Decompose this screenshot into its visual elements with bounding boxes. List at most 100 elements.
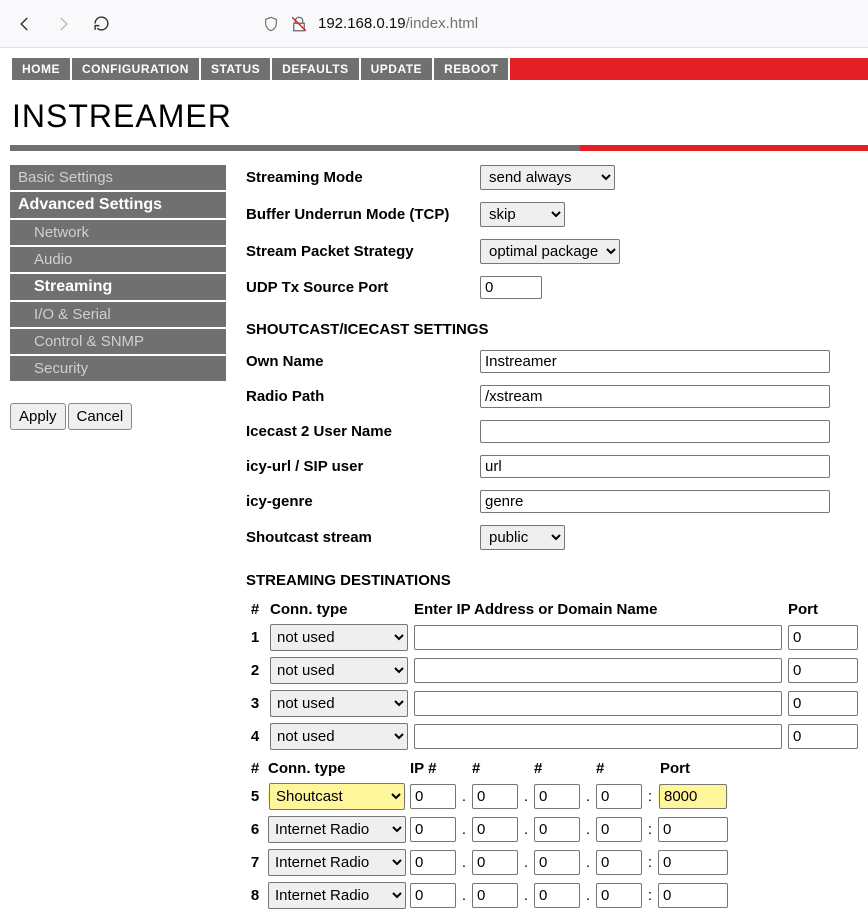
url-host: 192.168.0.19 <box>318 15 406 32</box>
dest-conn-type-select[interactable]: Internet Radio <box>268 816 406 843</box>
insecure-lock-icon <box>290 15 308 33</box>
dest-row: 1 not used <box>246 624 858 651</box>
udp-port-input[interactable] <box>480 276 542 299</box>
top-menu: HOME CONFIGURATION STATUS DEFAULTS UPDAT… <box>10 58 868 80</box>
dest-port-input[interactable] <box>788 724 858 749</box>
dest-ip-octet-input[interactable] <box>596 817 642 842</box>
icy-genre-label: icy-genre <box>246 493 480 510</box>
shoutcast-stream-label: Shoutcast stream <box>246 529 480 546</box>
dest-ip-octet-input[interactable] <box>596 850 642 875</box>
dest-head2-num: # <box>246 760 264 777</box>
cancel-button[interactable]: Cancel <box>68 403 133 430</box>
reload-button[interactable] <box>84 7 118 41</box>
menu-home[interactable]: HOME <box>10 58 72 80</box>
dest-ip-octet-input[interactable] <box>534 850 580 875</box>
title-separator <box>10 145 868 151</box>
destinations-section-header: STREAMING DESTINATIONS <box>246 572 858 589</box>
dest-row-num: 1 <box>246 629 264 646</box>
dest-row-num: 4 <box>246 728 264 745</box>
dest-port-input[interactable] <box>659 784 727 809</box>
dest-ip-octet-input[interactable] <box>534 883 580 908</box>
dest-ip-octet-input[interactable] <box>410 850 456 875</box>
shoutcast-stream-select[interactable]: public <box>480 525 565 550</box>
dest-row: 6Internet Radio...: <box>246 816 858 843</box>
menu-defaults[interactable]: DEFAULTS <box>272 58 360 80</box>
menu-configuration[interactable]: CONFIGURATION <box>72 58 201 80</box>
address-bar[interactable]: 192.168.0.19/index.html <box>262 15 860 33</box>
dest-port-input[interactable] <box>658 850 728 875</box>
sidebar-advanced-settings[interactable]: Advanced Settings <box>10 192 226 220</box>
back-button[interactable] <box>8 7 42 41</box>
sidebar-item-io-serial[interactable]: I/O & Serial <box>10 302 226 329</box>
icy-url-input[interactable] <box>480 455 830 478</box>
streaming-mode-label: Streaming Mode <box>246 169 480 186</box>
menu-reboot[interactable]: REBOOT <box>434 58 510 80</box>
content-area: Streaming Mode send always Buffer Underr… <box>226 165 868 915</box>
radio-path-label: Radio Path <box>246 388 480 405</box>
sidebar-item-streaming[interactable]: Streaming <box>10 274 226 302</box>
dest-row: 4 not used <box>246 723 858 750</box>
url-path: /index.html <box>406 15 479 32</box>
dest-table-header-2: # Conn. type IP # # # # Port <box>246 760 858 777</box>
apply-button[interactable]: Apply <box>10 403 66 430</box>
buffer-underrun-select[interactable]: skip <box>480 202 565 227</box>
page-title: INSTREAMER <box>0 80 868 145</box>
dest-ip-octet-input[interactable] <box>596 883 642 908</box>
sidebar-item-control-snmp[interactable]: Control & SNMP <box>10 329 226 356</box>
url-text: 192.168.0.19/index.html <box>318 15 478 32</box>
icecast-user-input[interactable] <box>480 420 830 443</box>
dest-address-input[interactable] <box>414 658 782 683</box>
shield-icon <box>262 16 280 32</box>
sidebar: Basic Settings Advanced Settings Network… <box>10 165 226 430</box>
dest-row-num: 2 <box>246 662 264 679</box>
dest-ip-octet-input[interactable] <box>410 817 456 842</box>
own-name-label: Own Name <box>246 353 480 370</box>
dest-ip-octet-input[interactable] <box>596 784 642 809</box>
dest-port-input[interactable] <box>788 625 858 650</box>
dest-ip-octet-input[interactable] <box>534 784 580 809</box>
dest-port-input[interactable] <box>658 883 728 908</box>
dest-row: 8Internet Radio...: <box>246 882 858 909</box>
dest-conn-type-select[interactable]: not used <box>270 690 408 717</box>
own-name-input[interactable] <box>480 350 830 373</box>
dest-row-num: 6 <box>246 821 264 838</box>
dest-ip-octet-input[interactable] <box>410 784 456 809</box>
icy-genre-input[interactable] <box>480 490 830 513</box>
dest-conn-type-select[interactable]: Shoutcast <box>269 783 405 810</box>
dest-head-num: # <box>246 601 264 618</box>
streaming-mode-select[interactable]: send always <box>480 165 615 190</box>
radio-path-input[interactable] <box>480 385 830 408</box>
shoutcast-section-header: SHOUTCAST/ICECAST SETTINGS <box>246 321 858 338</box>
dest-row-num: 3 <box>246 695 264 712</box>
dest-port-input[interactable] <box>658 817 728 842</box>
dest-address-input[interactable] <box>414 625 782 650</box>
menu-update[interactable]: UPDATE <box>361 58 434 80</box>
menu-status[interactable]: STATUS <box>201 58 272 80</box>
dest-ip-octet-input[interactable] <box>410 883 456 908</box>
dest-port-input[interactable] <box>788 691 858 716</box>
packet-strategy-select[interactable]: optimal package <box>480 239 620 264</box>
dest-conn-type-select[interactable]: Internet Radio <box>268 882 406 909</box>
dest-address-input[interactable] <box>414 691 782 716</box>
dest-port-input[interactable] <box>788 658 858 683</box>
sidebar-basic-settings[interactable]: Basic Settings <box>10 165 226 192</box>
forward-button[interactable] <box>46 7 80 41</box>
dest-row: 2 not used <box>246 657 858 684</box>
dest-ip-octet-input[interactable] <box>472 883 518 908</box>
dest-ip-octet-input[interactable] <box>472 817 518 842</box>
dest-conn-type-select[interactable]: Internet Radio <box>268 849 406 876</box>
dest-head2-h1: # <box>472 760 518 777</box>
dest-row-num: 7 <box>246 854 264 871</box>
dest-conn-type-select[interactable]: not used <box>270 723 408 750</box>
dest-conn-type-select[interactable]: not used <box>270 657 408 684</box>
dest-table-header: # Conn. type Enter IP Address or Domain … <box>246 601 858 618</box>
dest-ip-octet-input[interactable] <box>472 850 518 875</box>
dest-conn-type-select[interactable]: not used <box>270 624 408 651</box>
sidebar-item-security[interactable]: Security <box>10 356 226 383</box>
udp-port-label: UDP Tx Source Port <box>246 279 480 296</box>
dest-ip-octet-input[interactable] <box>472 784 518 809</box>
dest-ip-octet-input[interactable] <box>534 817 580 842</box>
dest-address-input[interactable] <box>414 724 782 749</box>
sidebar-item-network[interactable]: Network <box>10 220 226 247</box>
sidebar-item-audio[interactable]: Audio <box>10 247 226 274</box>
